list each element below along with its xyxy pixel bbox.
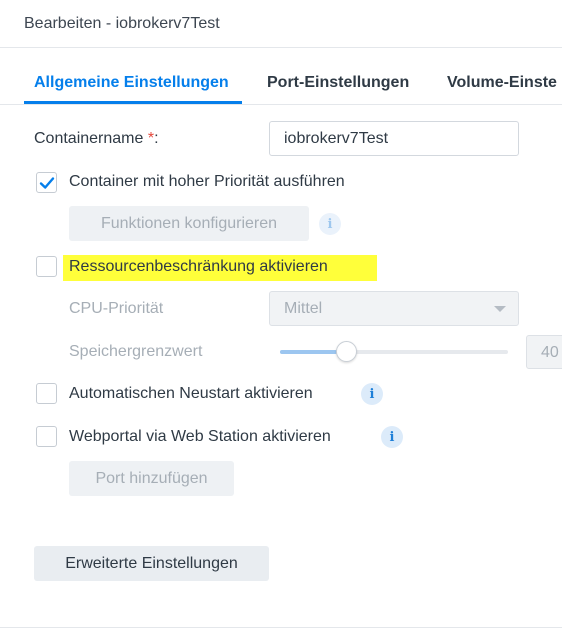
memory-limit-slider[interactable]	[280, 350, 508, 354]
webportal-checkbox[interactable]	[36, 426, 57, 447]
high-priority-label: Container mit hoher Priorität ausführen	[69, 173, 345, 190]
auto-restart-label: Automatischen Neustart aktivieren	[69, 385, 313, 402]
container-name-label-text: Containername	[34, 130, 144, 147]
tab-volume-settings[interactable]: Volume-Einste	[447, 74, 557, 92]
label-colon: :	[154, 130, 159, 147]
cpu-priority-select[interactable]: Mittel	[269, 291, 519, 326]
info-icon[interactable]: i	[319, 213, 341, 235]
dialog-title: Bearbeiten - iobrokerv7Test	[24, 15, 220, 32]
auto-restart-checkbox[interactable]	[36, 383, 57, 404]
memory-slider-handle[interactable]	[336, 341, 357, 362]
footer-divider	[0, 627, 562, 628]
webportal-label: Webportal via Web Station aktivieren	[69, 428, 331, 445]
tab-port-settings[interactable]: Port-Einstellungen	[267, 74, 409, 92]
chevron-down-icon	[494, 306, 506, 312]
memory-slider-fill	[280, 350, 337, 354]
cpu-priority-label: CPU-Priorität	[69, 300, 164, 317]
checkmark-icon	[39, 177, 55, 189]
add-port-button[interactable]: Port hinzufügen	[69, 461, 234, 496]
configure-functions-button[interactable]: Funktionen konfigurieren	[69, 206, 309, 241]
dialog-titlebar: Bearbeiten - iobrokerv7Test	[0, 0, 562, 48]
info-icon[interactable]: i	[381, 426, 403, 448]
container-name-label: Containername *:	[34, 130, 159, 148]
advanced-settings-button[interactable]: Erweiterte Einstellungen	[34, 546, 269, 581]
resource-limit-checkbox[interactable]	[36, 256, 57, 277]
tab-bar: Allgemeine Einstellungen Port-Einstellun…	[0, 62, 562, 105]
info-icon[interactable]: i	[361, 383, 383, 405]
container-name-input[interactable]	[269, 121, 519, 156]
high-priority-checkbox[interactable]	[36, 172, 57, 193]
tab-general-settings[interactable]: Allgemeine Einstellungen	[34, 74, 229, 92]
cpu-priority-value: Mittel	[284, 300, 323, 317]
memory-limit-input[interactable]: 40	[526, 335, 562, 369]
memory-limit-label: Speichergrenzwert	[69, 343, 203, 360]
resource-limit-label: Ressourcenbeschränkung aktivieren	[69, 258, 328, 275]
active-tab-indicator	[24, 101, 242, 104]
